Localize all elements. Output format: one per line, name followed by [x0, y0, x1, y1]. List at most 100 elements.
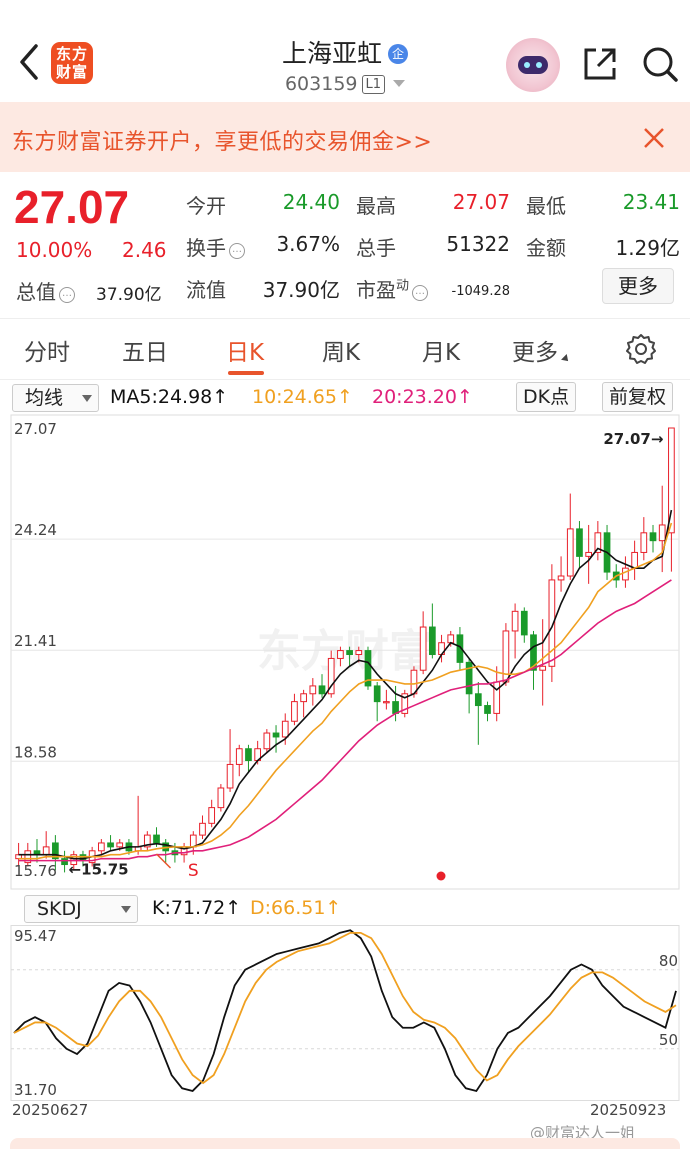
chevron-down-icon [121, 906, 131, 913]
tab-daily-k[interactable]: 日K [226, 333, 264, 367]
k-value: K:71.72↑ [152, 897, 242, 919]
signal-arrow-icon [155, 853, 172, 869]
y-tick-label: 24.24 [14, 521, 57, 539]
ma20-value: 20:23.20↑ [372, 386, 473, 408]
candle-body [474, 693, 482, 707]
search-icon[interactable] [640, 44, 680, 84]
float-value-label: 流值 [186, 278, 226, 302]
candle-body [640, 532, 648, 553]
turnover-label[interactable]: 换手… [186, 232, 245, 261]
robot-assistant-icon[interactable] [506, 38, 560, 92]
info-icon: … [229, 243, 245, 259]
high-label: 最高 [356, 194, 396, 218]
candle-body [419, 626, 427, 671]
y-tick-label: 27.07 [14, 420, 57, 438]
period-tabs: 分时 五日 日K 周K 月K 更多 [0, 318, 690, 380]
candle-body [631, 551, 638, 569]
adjust-button[interactable]: 前复权 [602, 382, 674, 412]
candle-body [392, 701, 399, 714]
share-icon[interactable] [580, 44, 620, 84]
candle-body [199, 822, 206, 836]
info-icon: … [59, 287, 75, 303]
candle-body [447, 634, 455, 644]
promo-banner-text[interactable]: 东方财富证券开户，享更低的交易佣金>> [12, 124, 432, 156]
candle-body [116, 842, 124, 848]
float-value: 37.90亿 [262, 278, 340, 302]
candle-body [97, 842, 105, 852]
candle-body [226, 763, 234, 789]
y-tick-label: 95.47 [14, 927, 57, 945]
kdj-chart[interactable]: 80 50 95.47 31.70 [0, 925, 690, 1101]
volume-value: 51322 [446, 232, 510, 256]
bottom-bar [10, 1138, 680, 1149]
more-button[interactable]: 更多 [602, 268, 674, 304]
quote-panel: 27.07 10.00% 2.46 今开 24.40 最高 27.07 最低 2… [0, 172, 690, 318]
chevron-down-icon [393, 80, 406, 87]
change-amount: 2.46 [122, 238, 167, 262]
tab-five-day[interactable]: 五日 [122, 333, 168, 367]
candle-body [511, 610, 519, 632]
candle-body [484, 705, 491, 714]
stock-code: 603159 [284, 73, 358, 95]
candle-body [383, 701, 390, 704]
candle-body [585, 551, 593, 557]
candle-body [107, 842, 114, 848]
candle-body [281, 720, 289, 738]
d-value: D:66.51↑ [250, 897, 342, 919]
candle-body [291, 701, 298, 722]
gear-icon[interactable] [624, 332, 658, 366]
close-icon[interactable] [642, 126, 666, 150]
amount-value: 1.29亿 [615, 236, 680, 260]
candle-body [649, 532, 657, 542]
candle-body [566, 528, 574, 577]
tab-monthly-k[interactable]: 月K [422, 333, 460, 367]
candle-body [189, 834, 197, 848]
tab-weekly-k[interactable]: 周K [322, 333, 360, 367]
candle-body [576, 528, 583, 557]
pe-superscript: 动 [396, 278, 410, 294]
candle-body [300, 693, 307, 703]
dk-point-button[interactable]: DK点 [516, 382, 577, 412]
tab-intraday[interactable]: 分时 [24, 333, 70, 367]
candle-body [355, 650, 363, 656]
volume-label: 总手 [356, 236, 396, 260]
candle-body [217, 787, 225, 809]
candle-body [153, 834, 160, 844]
candle-body [539, 665, 547, 671]
reference-level-label: 50 [659, 1031, 678, 1049]
pe-label[interactable]: 市盈动… [356, 274, 429, 303]
chevron-down-icon [82, 395, 92, 402]
candle-body [337, 650, 344, 659]
reference-level-label: 80 [659, 952, 678, 970]
open-label: 今开 [186, 194, 226, 218]
kline-chart[interactable]: 东方财富 27.0724.2421.4118.5815.7627.07→←15.… [0, 414, 690, 890]
indicator-selector[interactable]: 均线 [12, 384, 99, 412]
amount-label: 金额 [526, 236, 566, 260]
candle-body [557, 575, 565, 581]
ma-legend-bar: 均线 MA5:24.98↑ 10:24.65↑ 20:23.20↑ DK点 前复… [0, 380, 690, 414]
total-value: 37.90亿 [96, 285, 162, 305]
low-price-label: ←15.75 [69, 860, 129, 878]
candle-body [309, 685, 317, 695]
y-tick-label: 21.41 [14, 632, 57, 650]
candle-body [428, 626, 436, 656]
open-value: 24.40 [282, 190, 340, 214]
pe-value: -1049.28 [451, 284, 510, 299]
low-label: 最低 [526, 194, 566, 218]
tab-more[interactable]: 更多 [512, 333, 571, 367]
event-dot [436, 871, 446, 881]
sub-indicator-selector[interactable]: SKDJ [24, 895, 138, 923]
level-badge: L1 [361, 75, 386, 94]
candle-body [373, 685, 381, 703]
change-percent: 10.00% [16, 238, 93, 262]
candle-body [272, 732, 280, 738]
total-value-label[interactable]: 总值… [16, 276, 75, 305]
promo-banner[interactable]: 东方财富证券开户，享更低的交易佣金>> [0, 102, 690, 172]
info-icon: … [412, 285, 429, 301]
ma5-value: MA5:24.98↑ [110, 386, 229, 408]
candle-body [622, 567, 629, 581]
candle-body [520, 610, 528, 636]
kdj-legend-bar: SKDJ K:71.72↑ D:66.51↑ [0, 891, 690, 925]
candle-body [493, 681, 501, 714]
turnover-value: 3.67% [276, 232, 340, 256]
